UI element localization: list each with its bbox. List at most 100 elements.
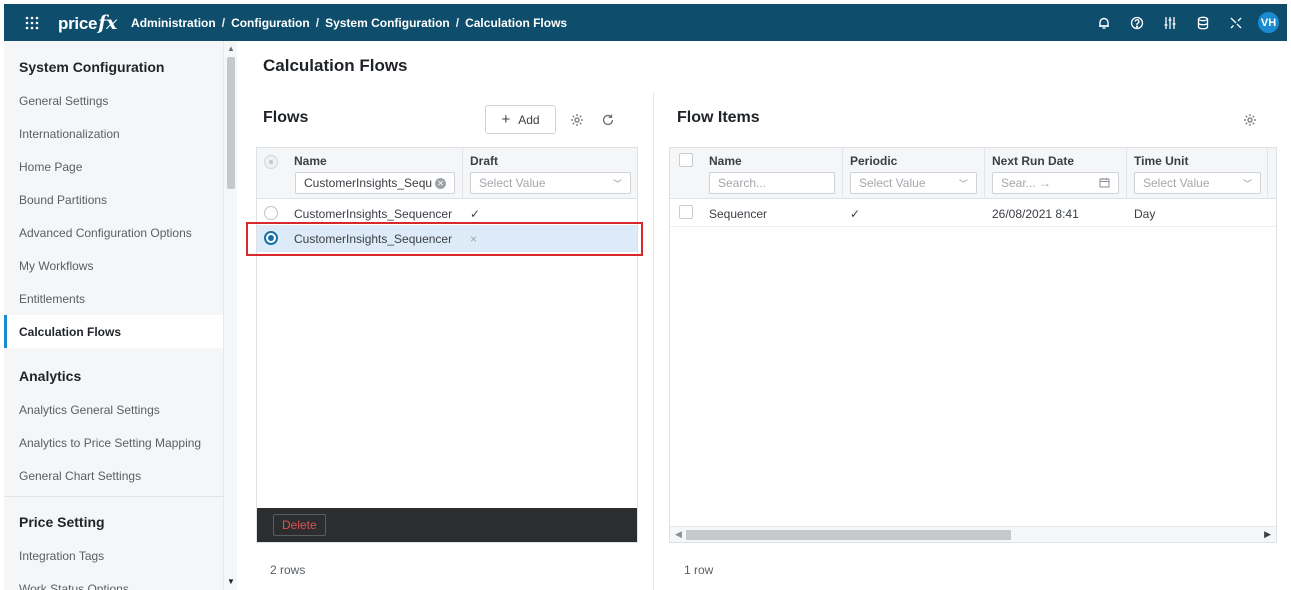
select-all-checkbox[interactable]	[679, 153, 693, 167]
column-separator	[984, 148, 985, 199]
table-row[interactable]: CustomerInsights_Sequencer ×	[257, 225, 637, 252]
column-separator	[842, 148, 843, 199]
delete-button[interactable]: Delete	[273, 514, 326, 536]
settings-gear-icon[interactable]	[568, 111, 586, 129]
flow-items-table: Name Periodic Next Run Date Time Unit Se…	[669, 147, 1277, 543]
sidebar-item-analytics-general-settings[interactable]: Analytics General Settings	[4, 393, 223, 426]
sidebar-item-integration-tags[interactable]: Integration Tags	[4, 539, 223, 572]
add-flow-button[interactable]: + Add	[485, 105, 556, 134]
sidebar-item-internationalization[interactable]: Internationalization	[4, 117, 223, 150]
flows-row-count: 2 rows	[270, 563, 306, 577]
breadcrumb-administration[interactable]: Administration	[131, 16, 216, 30]
column-separator	[1126, 148, 1127, 199]
sidebar-item-calculation-flows[interactable]: Calculation Flows	[4, 315, 223, 348]
flow-items-title: Flow Items	[677, 109, 760, 126]
scrollbar-thumb[interactable]	[686, 530, 1011, 540]
date-range-placeholder: Sear... →	[1001, 176, 1052, 190]
sidebar-section-system-configuration: System Configuration General Settings In…	[4, 50, 223, 348]
sidebar-section-price-setting: Price Setting Integration Tags Work Stat…	[4, 505, 223, 590]
app-grid-icon[interactable]	[20, 11, 44, 35]
pricefx-logo[interactable]: price fx	[58, 12, 117, 34]
periodic-filter-placeholder: Select Value	[859, 176, 926, 190]
help-icon[interactable]	[1126, 12, 1148, 34]
page-title: Calculation Flows	[263, 56, 408, 75]
name-search-input[interactable]: Search...	[709, 172, 835, 194]
name-search-placeholder: Search...	[718, 176, 767, 190]
time-unit-filter-select[interactable]: Select Value ﹀	[1134, 172, 1261, 194]
sidebar-item-my-workflows[interactable]: My Workflows	[4, 249, 223, 282]
flows-title: Flows	[263, 109, 309, 126]
column-header-time-unit[interactable]: Time Unit	[1134, 154, 1188, 168]
draft-cell: ×	[470, 232, 478, 246]
bell-icon[interactable]	[1093, 12, 1115, 34]
column-header-periodic[interactable]: Periodic	[850, 154, 897, 168]
sidebar-heading: Analytics	[19, 368, 82, 384]
name-filter-input[interactable]: CustomerInsights_Sequ ✕	[295, 172, 455, 194]
row-checkbox[interactable]	[679, 205, 693, 219]
column-header-name[interactable]: Name	[709, 154, 742, 168]
column-separator	[462, 148, 463, 199]
chevron-down-icon: ﹀	[612, 178, 622, 189]
refresh-icon[interactable]	[599, 111, 617, 129]
breadcrumb-configuration[interactable]: Configuration	[231, 16, 310, 30]
table-row[interactable]: CustomerInsights_Sequencer ✓	[257, 200, 637, 227]
scroll-left-icon[interactable]: ◀	[675, 529, 682, 540]
scrollbar-thumb[interactable]	[227, 57, 235, 189]
clear-filter-icon[interactable]: ✕	[435, 177, 446, 189]
header-radio	[264, 155, 278, 169]
sidebar-item-bound-partitions[interactable]: Bound Partitions	[4, 183, 223, 216]
bulk-action-bar: Delete	[257, 508, 637, 542]
sidebar-item-home-page[interactable]: Home Page	[4, 150, 223, 183]
flows-table: Name Draft CustomerInsights_Sequ ✕ Selec…	[256, 147, 638, 543]
table-header: Name Draft CustomerInsights_Sequ ✕ Selec…	[257, 148, 637, 199]
draft-filter-select[interactable]: Select Value ﹀	[470, 172, 631, 194]
periodic-cell: ✓	[850, 207, 861, 221]
panel-divider	[653, 93, 654, 590]
column-header-name[interactable]: Name	[294, 154, 327, 168]
sidebar-item-general-settings[interactable]: General Settings	[4, 84, 223, 117]
periodic-filter-select[interactable]: Select Value ﹀	[850, 172, 977, 194]
breadcrumb-separator: /	[455, 15, 460, 30]
flow-name-cell: CustomerInsights_Sequencer	[294, 207, 453, 221]
date-range-input[interactable]: Sear... →	[992, 172, 1119, 194]
sidebar-section-analytics: Analytics Analytics General Settings Ana…	[4, 359, 223, 492]
table-row[interactable]: Sequencer ✓ 26/08/2021 8:41 Day	[670, 200, 1276, 227]
sidebar-item-work-status-options[interactable]: Work Status Options	[4, 572, 223, 590]
scroll-up-icon[interactable]: ▲	[227, 45, 235, 53]
settings-gear-icon[interactable]	[1241, 111, 1259, 129]
sidebar-item-general-chart-settings[interactable]: General Chart Settings	[4, 459, 223, 492]
table-header: Name Periodic Next Run Date Time Unit Se…	[670, 148, 1276, 199]
top-actions: VH	[1093, 12, 1279, 34]
sliders-icon[interactable]	[1159, 12, 1181, 34]
breadcrumb-system-configuration[interactable]: System Configuration	[325, 16, 450, 30]
sidebar-item-advanced-configuration-options[interactable]: Advanced Configuration Options	[4, 216, 223, 249]
sidebar-heading: System Configuration	[19, 59, 165, 75]
column-header-next-run-date[interactable]: Next Run Date	[992, 154, 1074, 168]
sidebar-heading: Price Setting	[19, 514, 105, 530]
flow-items-row-count: 1 row	[684, 563, 714, 577]
chevron-down-icon: ﹀	[958, 178, 968, 189]
sidebar-scrollbar[interactable]: ▲ ▼	[223, 41, 237, 590]
database-icon[interactable]	[1192, 12, 1214, 34]
sidebar-divider	[4, 496, 223, 497]
calendar-icon[interactable]	[1099, 177, 1110, 190]
sidebar-item-analytics-price-setting-mapping[interactable]: Analytics to Price Setting Mapping	[4, 426, 223, 459]
tools-icon[interactable]	[1225, 12, 1247, 34]
draft-cell: ✓	[470, 207, 481, 221]
user-avatar[interactable]: VH	[1258, 12, 1279, 33]
scroll-right-icon[interactable]: ▶	[1264, 529, 1271, 540]
column-separator	[1267, 148, 1268, 199]
sidebar-item-entitlements[interactable]: Entitlements	[4, 282, 223, 315]
item-name-cell: Sequencer	[709, 207, 768, 221]
add-label: Add	[518, 112, 540, 127]
flow-name-cell: CustomerInsights_Sequencer	[294, 232, 453, 246]
horizontal-scrollbar[interactable]: ◀ ▶	[670, 526, 1276, 542]
scroll-down-icon[interactable]: ▼	[227, 578, 235, 586]
breadcrumb-separator: /	[221, 15, 226, 30]
breadcrumb-calculation-flows: Calculation Flows	[465, 15, 568, 30]
column-header-draft[interactable]: Draft	[470, 154, 498, 168]
breadcrumb: Administration / Configuration / System …	[131, 16, 567, 30]
row-radio[interactable]	[264, 231, 278, 245]
row-radio[interactable]	[264, 206, 278, 220]
name-filter-value: CustomerInsights_Sequ	[304, 176, 433, 190]
